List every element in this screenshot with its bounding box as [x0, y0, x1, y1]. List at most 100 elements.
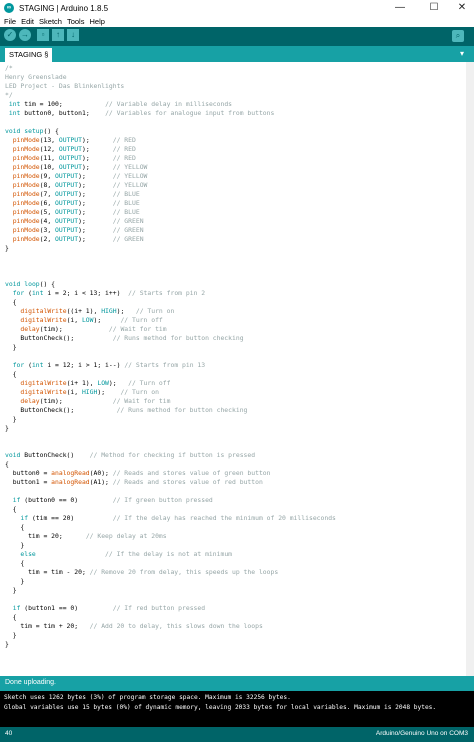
code-token: else — [20, 550, 36, 558]
code-token: (7, — [39, 190, 56, 198]
code-token: // Keep delay at 20ms — [85, 532, 167, 540]
new-sketch-icon[interactable]: ▫ — [37, 29, 49, 41]
code-line: delay(tim); // Wait for tim — [5, 325, 336, 334]
vertical-scrollbar[interactable] — [466, 62, 474, 676]
code-token: pinMode — [12, 226, 40, 234]
code-token: tim = 100; — [20, 100, 106, 108]
code-line: if (button0 == 0) // If green button pre… — [5, 496, 336, 505]
code-token: // Remove 20 from delay, this speeds up … — [89, 568, 279, 576]
code-token: button0, button1; — [20, 109, 106, 117]
code-token: // Runs method for button checking — [112, 334, 244, 342]
code-token: } — [5, 424, 9, 432]
code-token: ); — [78, 208, 113, 216]
menu-sketch[interactable]: Sketch — [39, 17, 62, 26]
code-line: pinMode(8, OUTPUT); // YELLOW — [5, 181, 336, 190]
code-token: // If the delay is not at minimum — [105, 550, 233, 558]
code-line: if (button1 == 0) // If red button press… — [5, 604, 336, 613]
code-token: // GREEN — [112, 217, 144, 225]
code-token: (button0 == 0) — [20, 496, 113, 504]
code-token: int — [31, 361, 44, 369]
code-token: (A1); — [89, 478, 113, 486]
console-line: Global variables use 15 bytes (0%) of dy… — [4, 704, 437, 711]
code-token: (9, — [39, 172, 56, 180]
code-token: OUTPUT — [55, 226, 79, 234]
code-token: { — [5, 523, 25, 531]
code-token: } — [5, 244, 9, 252]
code-line: button0 = analogRead(A0); // Reads and s… — [5, 469, 336, 478]
code-token: } — [5, 541, 25, 549]
code-token: ); — [93, 316, 121, 324]
code-token: loop — [24, 280, 40, 288]
code-token: (6, — [39, 199, 56, 207]
code-editor[interactable]: /* Henry Greenslade LED Project - Das Blin… — [0, 62, 466, 676]
code-token: LOW — [81, 316, 94, 324]
code-token: ); — [108, 379, 129, 387]
code-token: { — [5, 613, 17, 621]
code-token: OUTPUT — [58, 145, 82, 153]
code-token: ); — [78, 181, 113, 189]
save-sketch-icon[interactable]: ↓ — [67, 29, 79, 41]
verify-icon[interactable]: ✓ — [4, 29, 16, 41]
code-token: delay — [20, 325, 40, 333]
code-token: ((i+ 1), — [66, 307, 102, 315]
code-token: // Starts from pin 13 — [124, 361, 206, 369]
code-token: pinMode — [12, 208, 40, 216]
code-token: // If green button pressed — [112, 496, 213, 504]
code-token: // Turn off — [128, 379, 171, 387]
code-line: void loop() { — [5, 280, 336, 289]
code-token: (10, — [39, 163, 59, 171]
code-token: // Variables for analogue input from but… — [105, 109, 275, 117]
serial-monitor-icon[interactable]: ⌕ — [452, 30, 464, 42]
maximize-button[interactable]: ☐ — [420, 0, 448, 16]
code-token: // BLUE — [112, 208, 140, 216]
code-token: OUTPUT — [55, 181, 79, 189]
tab-menu-icon[interactable]: ▾ — [456, 48, 468, 60]
code-token: // Method for checking if button is pres… — [89, 451, 256, 459]
code-token: int — [31, 289, 44, 297]
code-token: ( — [24, 289, 32, 297]
code-token: { — [5, 559, 25, 567]
code-token: // Turn off — [120, 316, 163, 324]
close-button[interactable]: ✕ — [448, 0, 474, 16]
code-token: (tim == 20) — [28, 514, 113, 522]
code-token: } — [5, 640, 9, 648]
code-token: digitalWrite — [20, 307, 67, 315]
code-token: digitalWrite — [20, 316, 67, 324]
code-token: i = 2; i < 13; i++) — [43, 289, 129, 297]
upload-icon[interactable]: → — [19, 29, 31, 41]
code-line: pinMode(2, OUTPUT); // GREEN — [5, 235, 336, 244]
tab-staging[interactable]: STAGING § — [5, 48, 53, 62]
code-line: else // If the delay is not at minimum — [5, 550, 336, 559]
code-line: pinMode(13, OUTPUT); // RED — [5, 136, 336, 145]
code-token: // Wait for tim — [108, 325, 167, 333]
menu-file[interactable]: File — [4, 17, 16, 26]
code-line: { — [5, 613, 336, 622]
open-sketch-icon[interactable]: ↑ — [52, 29, 64, 41]
menu-tools[interactable]: Tools — [67, 17, 85, 26]
code-token: pinMode — [12, 172, 40, 180]
code-line: tim = tim + 20; // Add 20 to delay, this… — [5, 622, 336, 631]
menu-edit[interactable]: Edit — [21, 17, 34, 26]
status-bar: Done uploading. — [0, 676, 474, 691]
code-token: // If red button pressed — [112, 604, 206, 612]
minimize-button[interactable]: — — [386, 0, 414, 16]
code-token: pinMode — [12, 190, 40, 198]
code-token: ); — [78, 226, 113, 234]
code-token: delay — [20, 397, 40, 405]
menu-help[interactable]: Help — [89, 17, 104, 26]
code-token: (tim); — [39, 325, 109, 333]
code-line: tim = tim - 20; // Remove 20 from delay,… — [5, 568, 336, 577]
code-token: LED Project - Das Blinkenlights — [5, 82, 125, 90]
